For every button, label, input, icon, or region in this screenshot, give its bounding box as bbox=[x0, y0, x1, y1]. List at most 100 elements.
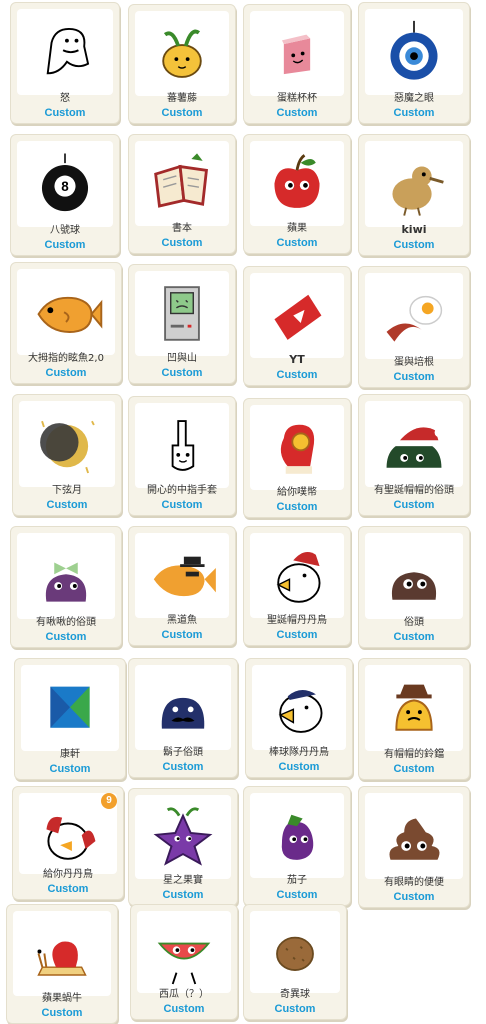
emoji-name: 俗頭 bbox=[404, 617, 424, 628]
custom-label: Custom bbox=[393, 631, 435, 643]
emoji-name: 給你噗幣 bbox=[277, 487, 317, 498]
custom-label: Custom bbox=[161, 367, 203, 379]
emoji-card[interactable]: 俗頭 Custom bbox=[358, 526, 470, 648]
emoji-name: 西瓜（？） bbox=[159, 989, 209, 1000]
emoji-name: 大拇指的眩魚2,0 bbox=[28, 353, 104, 364]
emoji-card[interactable]: 有啾啾的俗頭 Custom bbox=[10, 526, 122, 648]
emoji-name: YT bbox=[289, 353, 305, 366]
custom-label: Custom bbox=[276, 629, 318, 641]
mitten-coin-icon bbox=[250, 405, 344, 490]
moon-icon bbox=[19, 401, 115, 488]
emoji-card[interactable]: 康軒 Custom bbox=[14, 658, 126, 780]
emoji-name: 凹與山 bbox=[167, 353, 197, 364]
emoji-name: 下弦月 bbox=[52, 485, 82, 496]
emoji-card[interactable]: 奇異球 Custom bbox=[243, 904, 347, 1020]
emoji-card[interactable]: 有帽帽的鈴鐺 Custom bbox=[358, 658, 470, 780]
custom-label: Custom bbox=[44, 239, 86, 251]
custom-label: Custom bbox=[393, 499, 435, 511]
emoji-card[interactable]: 給你丹丹鳥 Custom 9 bbox=[12, 786, 124, 900]
custom-label: Custom bbox=[276, 369, 318, 381]
emoji-card[interactable]: 怒 Custom bbox=[10, 2, 120, 124]
custom-label: Custom bbox=[276, 237, 318, 249]
custom-label: Custom bbox=[393, 371, 435, 383]
emoji-card[interactable]: 蘋果 Custom bbox=[243, 134, 351, 254]
k-logo-icon bbox=[21, 665, 119, 752]
custom-label: Custom bbox=[45, 367, 87, 379]
custom-label: Custom bbox=[276, 107, 318, 119]
emoji-name: 有啾啾的俗頭 bbox=[36, 617, 96, 628]
custom-label: Custom bbox=[393, 891, 435, 903]
gangster-fish-icon bbox=[135, 533, 229, 618]
brown-blob-icon bbox=[365, 533, 463, 620]
santa-bird-icon bbox=[250, 533, 344, 618]
custom-label: Custom bbox=[162, 761, 204, 773]
retro-computer-icon bbox=[135, 271, 229, 356]
emoji-name: 有聖誕帽帽的俗頭 bbox=[374, 485, 454, 496]
custom-label: Custom bbox=[278, 761, 320, 773]
poop-icon bbox=[365, 793, 463, 880]
watermelon-icon bbox=[137, 911, 231, 994]
custom-label: Custom bbox=[46, 499, 88, 511]
custom-label: Custom bbox=[41, 1007, 83, 1019]
emoji-name: 開心的中指手套 bbox=[147, 485, 217, 496]
book-icon bbox=[135, 141, 229, 226]
emoji-card[interactable]: 蘋果蝸牛 Custom bbox=[6, 904, 118, 1024]
ghost-doodle-icon bbox=[17, 9, 113, 96]
emoji-card[interactable]: 西瓜（？） Custom bbox=[130, 904, 238, 1020]
emoji-card[interactable]: 8 八號球 Custom bbox=[10, 134, 120, 256]
baseball-bird-icon bbox=[252, 665, 346, 750]
emoji-card[interactable]: kiwi Custom bbox=[358, 134, 470, 256]
emoji-name: 鬍子俗頭 bbox=[163, 747, 203, 758]
emoji-name: 八號球 bbox=[50, 225, 80, 236]
emoji-card[interactable]: 開心的中指手套 Custom bbox=[128, 396, 236, 516]
emoji-card[interactable]: 大拇指的眩魚2,0 Custom bbox=[10, 262, 122, 384]
egg-bacon-icon bbox=[365, 273, 463, 360]
emoji-name: 聖誕帽丹丹鳥 bbox=[267, 615, 327, 626]
emoji-name: 蕃薯藤 bbox=[167, 93, 197, 104]
kiwi-bird-icon bbox=[365, 141, 463, 228]
custom-label: Custom bbox=[163, 1003, 205, 1015]
santa-hat-blob-icon bbox=[365, 401, 463, 488]
emoji-card[interactable]: 聖誕帽丹丹鳥 Custom bbox=[243, 526, 351, 646]
custom-label: Custom bbox=[162, 889, 204, 901]
youtube-play-icon bbox=[250, 273, 344, 358]
emoji-name: kiwi bbox=[401, 223, 427, 236]
emoji-name: 茄子 bbox=[287, 875, 307, 886]
emoji-card[interactable]: 蕃薯藤 Custom bbox=[128, 4, 236, 124]
emoji-card[interactable]: 黑道魚 Custom bbox=[128, 526, 236, 646]
emoji-card[interactable]: 有聖誕帽帽的俗頭 Custom bbox=[358, 394, 470, 516]
emoji-name: 給你丹丹鳥 bbox=[43, 869, 93, 880]
emoji-card[interactable]: 鬍子俗頭 Custom bbox=[128, 658, 238, 778]
emoji-card[interactable]: 星之果實 Custom bbox=[128, 788, 238, 906]
custom-label: Custom bbox=[49, 763, 91, 775]
emoji-card[interactable]: 有眼睛的便便 Custom bbox=[358, 786, 470, 908]
emoji-card[interactable]: 棒球隊丹丹鳥 Custom bbox=[245, 658, 353, 778]
emoji-name: 有眼睛的便便 bbox=[384, 877, 444, 888]
emoji-name: 黑道魚 bbox=[167, 615, 197, 626]
emoji-card[interactable]: 蛋與培根 Custom bbox=[358, 266, 470, 388]
custom-label: Custom bbox=[45, 631, 87, 643]
emoji-name: 蘋果蝸牛 bbox=[42, 993, 82, 1004]
custom-label: Custom bbox=[161, 499, 203, 511]
emoji-card[interactable]: 茄子 Custom bbox=[243, 786, 351, 906]
custom-label: Custom bbox=[161, 237, 203, 249]
emoji-name: 書本 bbox=[172, 223, 192, 234]
custom-label: Custom bbox=[393, 763, 435, 775]
emoji-card[interactable]: 給你噗幣 Custom bbox=[243, 398, 351, 518]
custom-label: Custom bbox=[47, 883, 89, 895]
evil-eye-icon bbox=[365, 9, 463, 96]
taiyaki-icon bbox=[17, 269, 115, 356]
apple-icon bbox=[250, 141, 344, 226]
emoji-card[interactable]: YT Custom bbox=[243, 266, 351, 386]
count-badge: 9 bbox=[101, 793, 117, 809]
emoji-card[interactable]: 凹與山 Custom bbox=[128, 264, 236, 384]
emoji-card[interactable]: 惡魔之眼 Custom bbox=[358, 2, 470, 124]
custom-label: Custom bbox=[274, 1003, 316, 1015]
emoji-card[interactable]: 書本 Custom bbox=[128, 134, 236, 254]
emoji-name: 怒 bbox=[60, 93, 70, 104]
emoji-card[interactable]: 下弦月 Custom bbox=[12, 394, 122, 516]
emoji-name: 星之果實 bbox=[163, 875, 203, 886]
emoji-name: 有帽帽的鈴鐺 bbox=[384, 749, 444, 760]
custom-label: Custom bbox=[276, 889, 318, 901]
emoji-card[interactable]: 蛋糕杯杯 Custom bbox=[243, 4, 351, 124]
